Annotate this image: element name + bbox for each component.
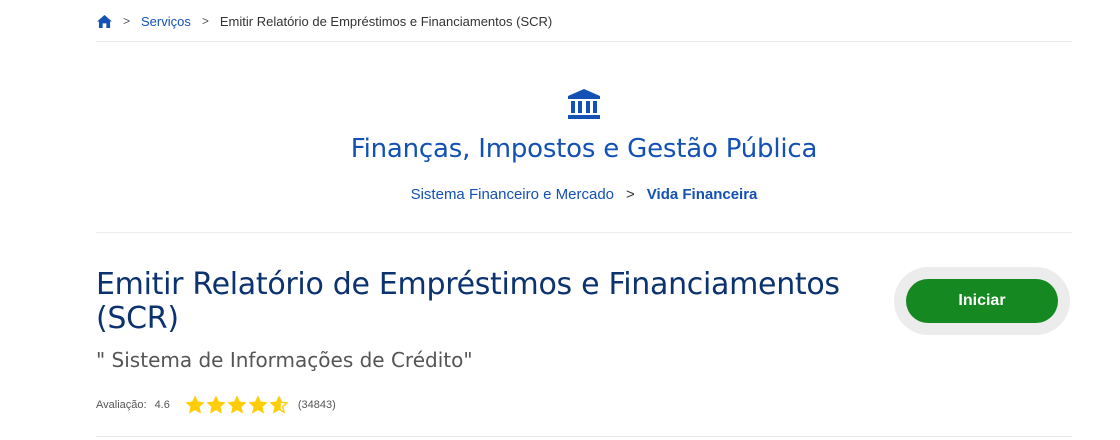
star-half-icon[interactable] [269, 396, 288, 414]
star-full-icon[interactable] [248, 396, 267, 414]
service-subtitle: " Sistema de Informações de Crédito" [96, 348, 473, 372]
page-container: > Serviços > Emitir Relatório de Emprést… [96, 0, 1072, 440]
category-title: Finanças, Impostos e Gestão Pública [350, 134, 818, 164]
active-subcategory-link[interactable]: Vida Financeira [647, 186, 758, 203]
subcategory-link[interactable]: Sistema Financeiro e Mercado [411, 186, 614, 203]
service-title: Emitir Relatório de Empréstimos e Financ… [96, 267, 840, 336]
rating-stars[interactable] [185, 396, 288, 414]
start-button[interactable]: Iniciar [906, 279, 1058, 323]
category-breadcrumb: Sistema Financeiro e Mercado > Vida Financ… [96, 186, 1072, 203]
divider [96, 232, 1072, 233]
divider [96, 41, 1072, 42]
breadcrumb-current: Emitir Relatório de Empréstimos e Financ… [219, 13, 553, 29]
breadcrumb-separator: > [123, 14, 131, 28]
breadcrumb-servicos[interactable]: Serviços [141, 14, 191, 29]
bank-building-icon [566, 88, 602, 120]
star-full-icon[interactable] [227, 396, 246, 414]
rating: Avaliação: 4.6 (34843) [96, 396, 336, 414]
star-full-icon[interactable] [206, 396, 225, 414]
breadcrumb: > Serviços > Emitir Relatório de Emprést… [96, 0, 552, 42]
rating-count: (34843) [297, 399, 336, 411]
home-icon[interactable] [96, 13, 112, 29]
breadcrumb-separator: > [201, 14, 209, 28]
category-separator: > [626, 186, 635, 203]
rating-value: 4.6 [154, 399, 170, 411]
rating-label: Avaliação: [96, 399, 147, 411]
start-button-wrapper: Iniciar [894, 267, 1070, 335]
divider [96, 436, 1072, 437]
star-full-icon[interactable] [185, 396, 204, 414]
